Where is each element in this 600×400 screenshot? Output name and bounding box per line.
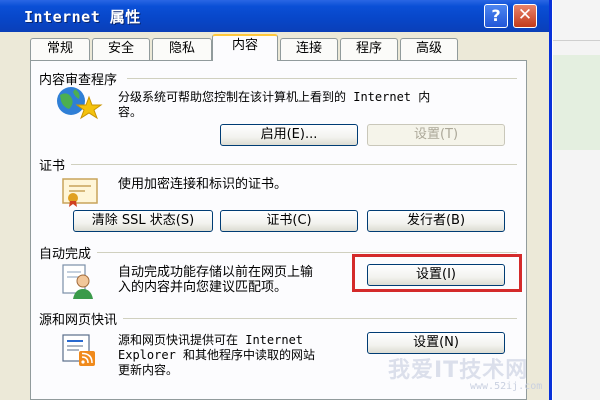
background-divider bbox=[553, 40, 600, 41]
certificates-label: 证书 bbox=[39, 159, 66, 174]
feeds-icon bbox=[62, 334, 95, 366]
certificates-button[interactable]: 证书(C) bbox=[220, 210, 358, 232]
enable-button[interactable]: 启用(E)... bbox=[220, 124, 358, 146]
close-button[interactable]: ✕ bbox=[513, 4, 537, 28]
autocomplete-description-line1: 自动完成功能存储以前在网页上输 bbox=[118, 265, 314, 280]
highlight-annotation bbox=[352, 254, 522, 292]
feeds-description-line2: Explorer 和其他程序中读取的网站 bbox=[118, 348, 316, 362]
help-button[interactable]: ? bbox=[484, 4, 508, 28]
content-advisor-description-line2: 容。 bbox=[118, 105, 143, 119]
window-title: Internet 属性 bbox=[24, 8, 141, 26]
feeds-settings-button[interactable]: 设置(N) bbox=[367, 332, 505, 354]
tab-security[interactable]: 安全 bbox=[92, 38, 150, 60]
internet-options-dialog: Internet 属性 ? ✕ 常规 安全 隐私 内容 连接 程序 高级 内容审… bbox=[0, 0, 552, 400]
tab-programs[interactable]: 程序 bbox=[340, 38, 398, 60]
autocomplete-label: 自动完成 bbox=[39, 247, 92, 262]
tab-content[interactable]: 内容 bbox=[212, 34, 278, 61]
tab-general[interactable]: 常规 bbox=[30, 38, 90, 60]
autocomplete-user-icon bbox=[62, 264, 93, 299]
group-divider bbox=[127, 78, 517, 79]
content-advisor-description-line1: 分级系统可帮助您控制在该计算机上看到的 Internet 内 bbox=[118, 90, 431, 104]
feeds-label: 源和网页快讯 bbox=[39, 313, 118, 328]
tab-privacy[interactable]: 隐私 bbox=[152, 38, 212, 60]
watermark-url: www.52ij.com bbox=[470, 381, 543, 392]
feeds-description-line3: 更新内容。 bbox=[118, 363, 179, 377]
title-bar[interactable]: Internet 属性 ? ✕ bbox=[0, 0, 549, 32]
group-divider bbox=[97, 252, 517, 253]
content-tab-panel: 内容审查程序 分级系统可帮助您控制在该计算机上看到的 Internet 内 容。… bbox=[30, 60, 527, 400]
content-advisor-globe-icon bbox=[57, 87, 103, 120]
clear-ssl-state-button[interactable]: 清除 SSL 状态(S) bbox=[73, 210, 213, 232]
watermark-text: 我爱IT技术网 bbox=[388, 358, 529, 383]
publishers-button[interactable]: 发行者(B) bbox=[367, 210, 505, 232]
background-panel bbox=[553, 55, 600, 150]
group-divider bbox=[123, 318, 517, 319]
certificates-description: 使用加密连接和标识的证书。 bbox=[118, 177, 288, 192]
tab-connections[interactable]: 连接 bbox=[280, 38, 338, 60]
autocomplete-description-line2: 入的内容并向您建议匹配项。 bbox=[118, 280, 288, 295]
content-advisor-settings-button[interactable]: 设置(T) bbox=[367, 124, 505, 146]
feeds-description-line1: 源和网页快讯提供可在 Internet bbox=[118, 333, 304, 347]
group-divider bbox=[71, 164, 517, 165]
tab-advanced[interactable]: 高级 bbox=[400, 38, 458, 60]
certificate-icon bbox=[62, 178, 98, 207]
